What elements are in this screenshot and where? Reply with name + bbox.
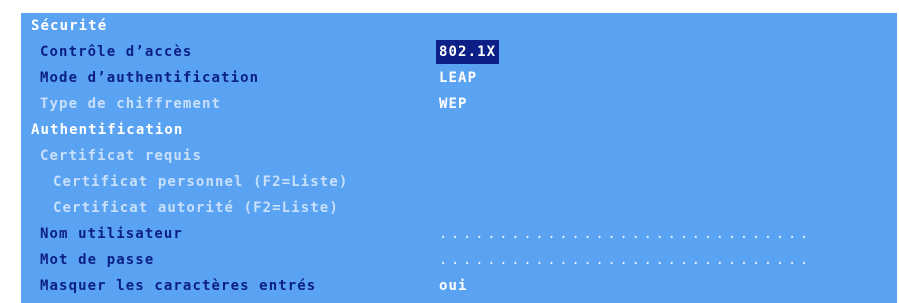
- username-field[interactable]: ...............................: [439, 221, 812, 247]
- terminal-screen: Sécurité Contrôle d’accès 802.1X Mode d’…: [0, 0, 899, 303]
- certificate-required-label: Certificat requis: [40, 148, 202, 164]
- mask-input-value[interactable]: oui: [439, 273, 468, 299]
- settings-panel: Sécurité Contrôle d’accès 802.1X Mode d’…: [21, 13, 897, 303]
- authentication-section-title: Authentification: [31, 122, 184, 138]
- auth-mode-value[interactable]: LEAP: [439, 65, 477, 91]
- password-field[interactable]: ...............................: [439, 247, 812, 273]
- authority-certificate-label: Certificat autorité (F2=Liste): [53, 200, 339, 216]
- mask-input-label: Masquer les caractères entrés: [40, 278, 317, 294]
- cipher-type-value: WEP: [439, 96, 468, 112]
- auth-mode-label: Mode d’authentification: [40, 70, 260, 86]
- access-control-value[interactable]: 802.1X: [436, 40, 500, 64]
- password-label: Mot de passe: [40, 252, 155, 268]
- access-control-label: Contrôle d’accès: [40, 44, 193, 60]
- cipher-type-label: Type de chiffrement: [40, 96, 222, 112]
- username-label: Nom utilisateur: [40, 226, 183, 242]
- security-section-title: Sécurité: [31, 18, 108, 34]
- personal-certificate-label: Certificat personnel (F2=Liste): [53, 174, 349, 190]
